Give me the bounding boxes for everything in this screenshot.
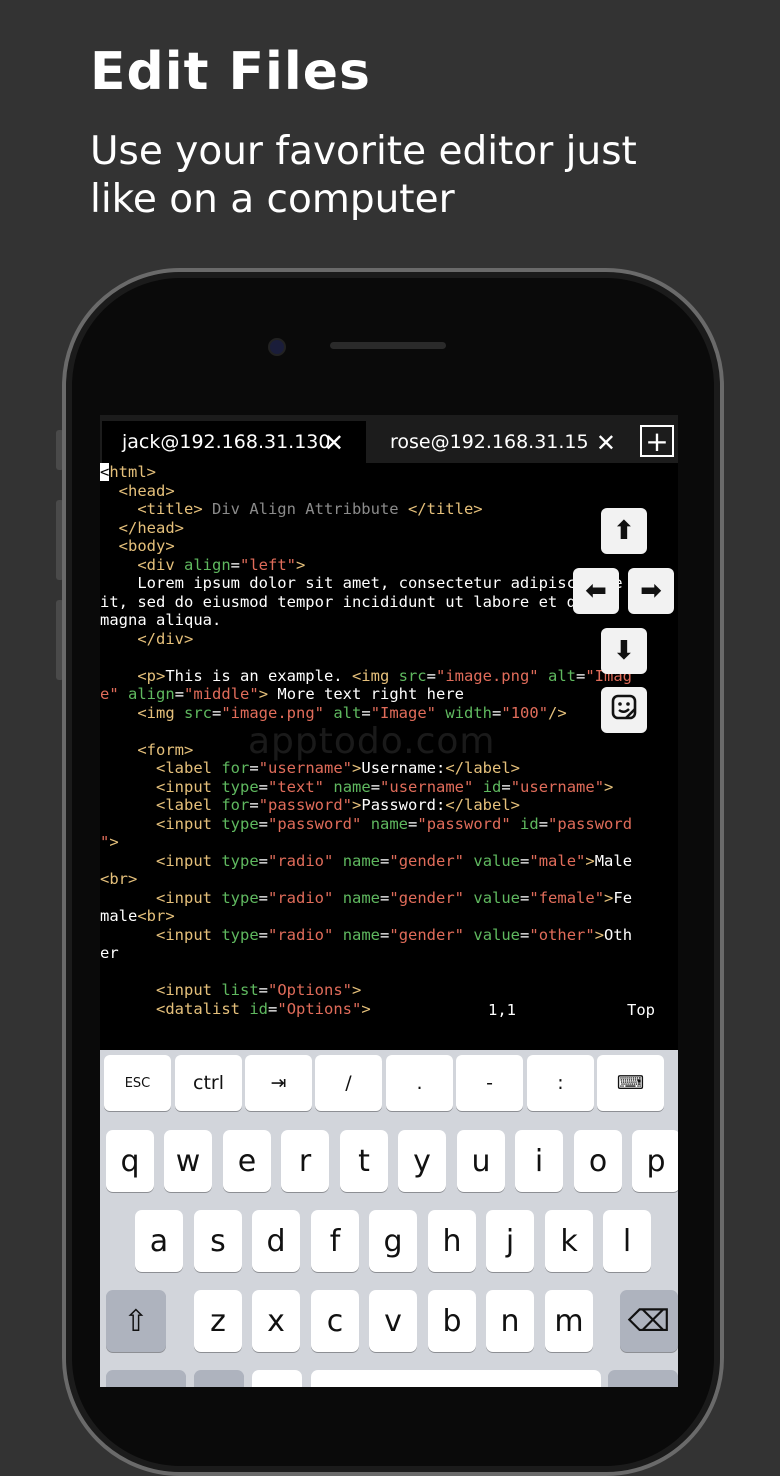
key-z[interactable]: z xyxy=(194,1290,242,1352)
slash-key[interactable]: / xyxy=(315,1055,382,1111)
arrow-right-key[interactable]: ➡ xyxy=(628,568,674,614)
key-x[interactable]: x xyxy=(252,1290,300,1352)
arrow-down-key[interactable]: ⬇ xyxy=(601,628,647,674)
key-e[interactable]: e xyxy=(223,1130,271,1192)
tab-jack[interactable]: jack@192.168.31.130 ✕ xyxy=(102,421,366,463)
key-j[interactable]: j xyxy=(486,1210,534,1272)
backspace-icon: ⌫ xyxy=(627,1303,671,1339)
phone-screen: jack@192.168.31.130 ✕ rose@192.168.31.15… xyxy=(100,415,678,1387)
emoji-key[interactable] xyxy=(194,1370,244,1387)
terminal-editor[interactable]: <html> <head> <title> Div Align Attribbu… xyxy=(100,463,678,1048)
return-key[interactable] xyxy=(608,1370,678,1387)
key-w[interactable]: w xyxy=(164,1130,212,1192)
earpiece-speaker xyxy=(330,342,446,349)
front-camera xyxy=(268,338,286,356)
hyphen-key[interactable]: - xyxy=(456,1055,523,1111)
close-icon[interactable]: ✕ xyxy=(596,429,616,457)
keyboard-hide-key[interactable]: ⌨ xyxy=(597,1055,664,1111)
cursor-position: 1,1 xyxy=(488,1001,516,1019)
tab-rose[interactable]: rose@192.168.31.15 ✕ xyxy=(370,421,638,463)
key-n[interactable]: n xyxy=(486,1290,534,1352)
promo-subtitle: Use your favorite editor just like on a … xyxy=(90,129,637,222)
key-h[interactable]: h xyxy=(428,1210,476,1272)
period-key[interactable]: . xyxy=(386,1055,453,1111)
snippet-icon xyxy=(610,693,638,728)
key-i[interactable]: i xyxy=(515,1130,563,1192)
esc-key[interactable]: ESC xyxy=(104,1055,171,1111)
key-c[interactable]: c xyxy=(311,1290,359,1352)
new-tab-button[interactable]: + xyxy=(640,425,674,457)
dictation-key[interactable] xyxy=(252,1370,302,1387)
key-r[interactable]: r xyxy=(281,1130,329,1192)
tab-key[interactable]: ⇥ xyxy=(245,1055,312,1111)
numbers-key[interactable] xyxy=(106,1370,186,1387)
tab-label: jack@192.168.31.130 xyxy=(122,431,331,453)
space-key[interactable] xyxy=(311,1370,601,1387)
session-tab-bar: jack@192.168.31.130 ✕ rose@192.168.31.15… xyxy=(100,415,678,463)
promo-title: Edit Files xyxy=(90,42,371,102)
scroll-position: Top xyxy=(627,1001,655,1019)
key-t[interactable]: t xyxy=(340,1130,388,1192)
key-k[interactable]: k xyxy=(545,1210,593,1272)
key-v[interactable]: v xyxy=(369,1290,417,1352)
shift-key[interactable]: ⇧ xyxy=(106,1290,166,1352)
delete-key[interactable]: ⌫ xyxy=(620,1290,678,1352)
key-g[interactable]: g xyxy=(369,1210,417,1272)
key-d[interactable]: d xyxy=(252,1210,300,1272)
ctrl-key[interactable]: ctrl xyxy=(175,1055,242,1111)
key-f[interactable]: f xyxy=(311,1210,359,1272)
colon-key[interactable]: : xyxy=(527,1055,594,1111)
key-s[interactable]: s xyxy=(194,1210,242,1272)
key-u[interactable]: u xyxy=(457,1130,505,1192)
shift-icon: ⇧ xyxy=(123,1303,149,1339)
key-y[interactable]: y xyxy=(398,1130,446,1192)
key-p[interactable]: p xyxy=(632,1130,678,1192)
keyboard-accessory-bar: ESC ctrl ⇥ / . - : ⌨ xyxy=(100,1050,678,1118)
software-keyboard: ESC ctrl ⇥ / . - : ⌨ q w e r t y u i o p… xyxy=(100,1050,678,1387)
key-o[interactable]: o xyxy=(574,1130,622,1192)
arrow-left-key[interactable]: ⬅ xyxy=(573,568,619,614)
snippet-button[interactable] xyxy=(601,687,647,733)
arrow-up-key[interactable]: ⬆ xyxy=(601,508,647,554)
code-buffer[interactable]: <html> <head> <title> Div Align Attribbu… xyxy=(100,463,678,1018)
key-m[interactable]: m xyxy=(545,1290,593,1352)
key-l[interactable]: l xyxy=(603,1210,651,1272)
key-b[interactable]: b xyxy=(428,1290,476,1352)
close-icon[interactable]: ✕ xyxy=(324,429,344,457)
key-a[interactable]: a xyxy=(135,1210,183,1272)
key-q[interactable]: q xyxy=(106,1130,154,1192)
tab-label: rose@192.168.31.15 xyxy=(390,431,589,453)
